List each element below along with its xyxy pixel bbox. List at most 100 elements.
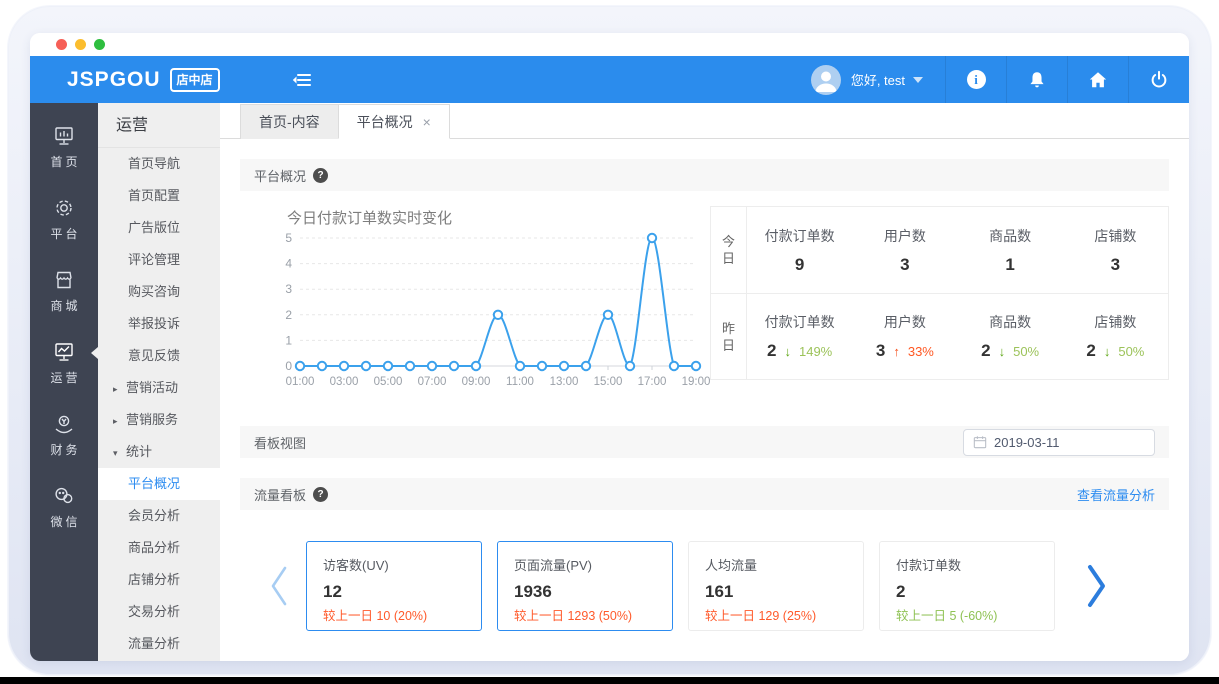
- zoom-window-button[interactable]: [94, 39, 105, 50]
- submenu-item[interactable]: 举报投诉: [98, 308, 220, 340]
- metric-card[interactable]: 人均流量 161 较上一日 129 (25%): [688, 541, 864, 631]
- stat-label: 商品数: [989, 227, 1032, 244]
- info-button[interactable]: i: [945, 56, 1006, 103]
- stat-value: 2: [767, 341, 777, 360]
- metric-card-compare: 较上一日 129 (25%): [705, 609, 817, 623]
- tab-platform-overview[interactable]: 平台概况 ×: [337, 104, 450, 139]
- chevron-down-icon: [913, 76, 923, 83]
- svg-text:19:00: 19:00: [682, 376, 710, 388]
- metric-card[interactable]: 页面流量(PV) 1936 较上一日 1293 (50%): [497, 541, 673, 631]
- sidebar-item-operations[interactable]: 运营: [30, 331, 98, 395]
- help-icon[interactable]: ?: [313, 486, 329, 502]
- user-menu[interactable]: 您好, test: [801, 56, 945, 103]
- help-icon[interactable]: ?: [313, 167, 329, 183]
- stat-change: 50%: [1118, 344, 1145, 359]
- submenu-item[interactable]: 意见反馈: [98, 340, 220, 372]
- today-yesterday-stats: 今日付款订单数 9 用户数 3 商品数 1 店铺数 3 昨日付款订单数 2 ↓ 149% 用户数 3 ↑ 33…: [710, 206, 1169, 380]
- svg-text:17:00: 17:00: [638, 376, 667, 388]
- submenu-item[interactable]: 商品分析: [98, 532, 220, 564]
- window-titlebar: [30, 33, 1189, 56]
- submenu-item[interactable]: ▸ 营销服务: [98, 404, 220, 436]
- submenu-item-label: 营销活动: [126, 380, 179, 395]
- submenu-item[interactable]: ▾ 统计: [98, 436, 220, 468]
- notifications-button[interactable]: [1006, 56, 1067, 103]
- stat-cell: 商品数 2 ↓ 50%: [958, 294, 1063, 379]
- expander-right-icon: ▸: [113, 416, 118, 426]
- submenu-item[interactable]: 广告版位: [98, 212, 220, 244]
- svg-text:13:00: 13:00: [550, 376, 579, 388]
- carousel-prev-button[interactable]: [268, 564, 290, 608]
- main-area: 首页-内容 平台概况 × 平台概况 ? 今日付款订单数实时变化 0 1 2 3 4 5 01:: [220, 103, 1189, 661]
- svg-text:05:00: 05:00: [374, 376, 403, 388]
- metric-card[interactable]: 付款订单数 2 较上一日 5 (-60%): [879, 541, 1055, 631]
- home-button[interactable]: [1067, 56, 1128, 103]
- submenu-item[interactable]: 评论管理: [98, 244, 220, 276]
- stat-value-line: 2 ↓ 50%: [1086, 341, 1144, 361]
- submenu-item[interactable]: 首页导航: [98, 148, 220, 180]
- svg-text:1: 1: [285, 333, 292, 347]
- metric-card-compare: 较上一日 5 (-60%): [896, 609, 998, 623]
- sidebar-item-finance[interactable]: 财务: [30, 403, 98, 467]
- stat-label: 用户数: [883, 314, 926, 330]
- submenu-item[interactable]: 购买咨询: [98, 276, 220, 308]
- panel-title: 流量看板: [254, 487, 307, 503]
- submenu-item[interactable]: 交易分析: [98, 596, 220, 628]
- carousel-next-button[interactable]: [1084, 563, 1108, 609]
- panel-title: 平台概况: [254, 168, 307, 184]
- traffic-cards-row: 访客数(UV) 12 较上一日 10 (20%) 页面流量(PV) 1936 较上一日 1…: [240, 541, 1169, 631]
- metric-card[interactable]: 访客数(UV) 12 较上一日 10 (20%): [306, 541, 482, 631]
- sidebar-item-platform[interactable]: 平台: [30, 187, 98, 251]
- platform-overview-panel: 平台概况 ? 今日付款订单数实时变化 0 1 2 3 4 5 01:00 03:00 05:00…: [240, 159, 1169, 401]
- user-greeting: 您好, test: [850, 73, 905, 88]
- submenu-item[interactable]: 流量分析: [98, 628, 220, 660]
- stat-cell: 付款订单数 9: [747, 207, 852, 293]
- submenu-item-label: 广告版位: [128, 220, 181, 235]
- period-char: 日: [721, 251, 735, 266]
- stats-row: 今日付款订单数 9 用户数 3 商品数 1 店铺数 3: [711, 207, 1168, 293]
- metric-card-value: 12: [323, 582, 342, 601]
- stat-value: 9: [794, 254, 805, 274]
- traffic-board-bar: 流量看板 ? 查看流量分析: [240, 478, 1169, 510]
- collapse-sidebar-button[interactable]: [292, 72, 312, 88]
- close-window-button[interactable]: [56, 39, 67, 50]
- stat-label: 付款订单数: [764, 314, 835, 330]
- logout-button[interactable]: [1128, 56, 1189, 103]
- svg-text:09:00: 09:00: [462, 376, 491, 388]
- close-tab-icon[interactable]: ×: [423, 114, 431, 130]
- stat-value: 2: [981, 341, 991, 360]
- submenu-item[interactable]: 首页配置: [98, 180, 220, 212]
- secondary-sidebar: 运营 首页导航 首页配置 广告版位 评论管理 购买咨询 举报投诉 意见反馈 ▸ 营销活动 ▸ 营销服…: [98, 103, 220, 661]
- submenu-item-label: 首页导航: [128, 156, 181, 171]
- topbar-actions: 您好, test i: [801, 56, 1189, 103]
- submenu-item[interactable]: 会员分析: [98, 500, 220, 532]
- sidebar-item-wechat[interactable]: 微信: [30, 475, 98, 539]
- submenu-item-label: 统计: [126, 444, 153, 459]
- app-body: 首页 平台 商城 运营 财务 微信 运营 首页导航 首页配置 广告版位 评论管理…: [30, 103, 1189, 661]
- submenu-item[interactable]: 平台概况: [98, 468, 220, 500]
- view-traffic-analysis-link[interactable]: 查看流量分析: [1077, 485, 1155, 504]
- brand-badge: 店中店: [169, 67, 220, 92]
- tab-home-content[interactable]: 首页-内容: [240, 104, 339, 139]
- submenu-item[interactable]: 店铺分析: [98, 564, 220, 596]
- dashboard-view-bar: 看板视图 2019-03-11: [240, 426, 1169, 458]
- primary-sidebar: 首页 平台 商城 运营 财务 微信: [30, 103, 98, 661]
- sidebar-item-home[interactable]: 首页: [30, 115, 98, 179]
- sidebar-item-label: 平台: [50, 227, 81, 241]
- submenu-item[interactable]: ▸ 营销活动: [98, 372, 220, 404]
- metric-card-title: 页面流量(PV): [514, 558, 593, 573]
- svg-text:2: 2: [285, 308, 292, 322]
- submenu-item-label: 首页配置: [128, 188, 181, 203]
- sidebar-item-mall[interactable]: 商城: [30, 259, 98, 323]
- stat-cell: 付款订单数 2 ↓ 149%: [747, 294, 852, 379]
- user-avatar-icon: [815, 71, 837, 92]
- metric-card-value: 161: [705, 582, 734, 601]
- svg-text:11:00: 11:00: [506, 376, 534, 388]
- metric-card-title: 付款订单数: [896, 558, 962, 573]
- date-picker-input[interactable]: 2019-03-11: [963, 428, 1155, 456]
- tab-label: 平台概况: [356, 114, 413, 130]
- stat-value: 3: [1110, 254, 1121, 274]
- minimize-window-button[interactable]: [75, 39, 86, 50]
- stat-value-line: 3: [900, 255, 909, 275]
- arrow-down-icon: ↓: [1103, 344, 1111, 359]
- stat-value-line: 3: [1111, 255, 1120, 275]
